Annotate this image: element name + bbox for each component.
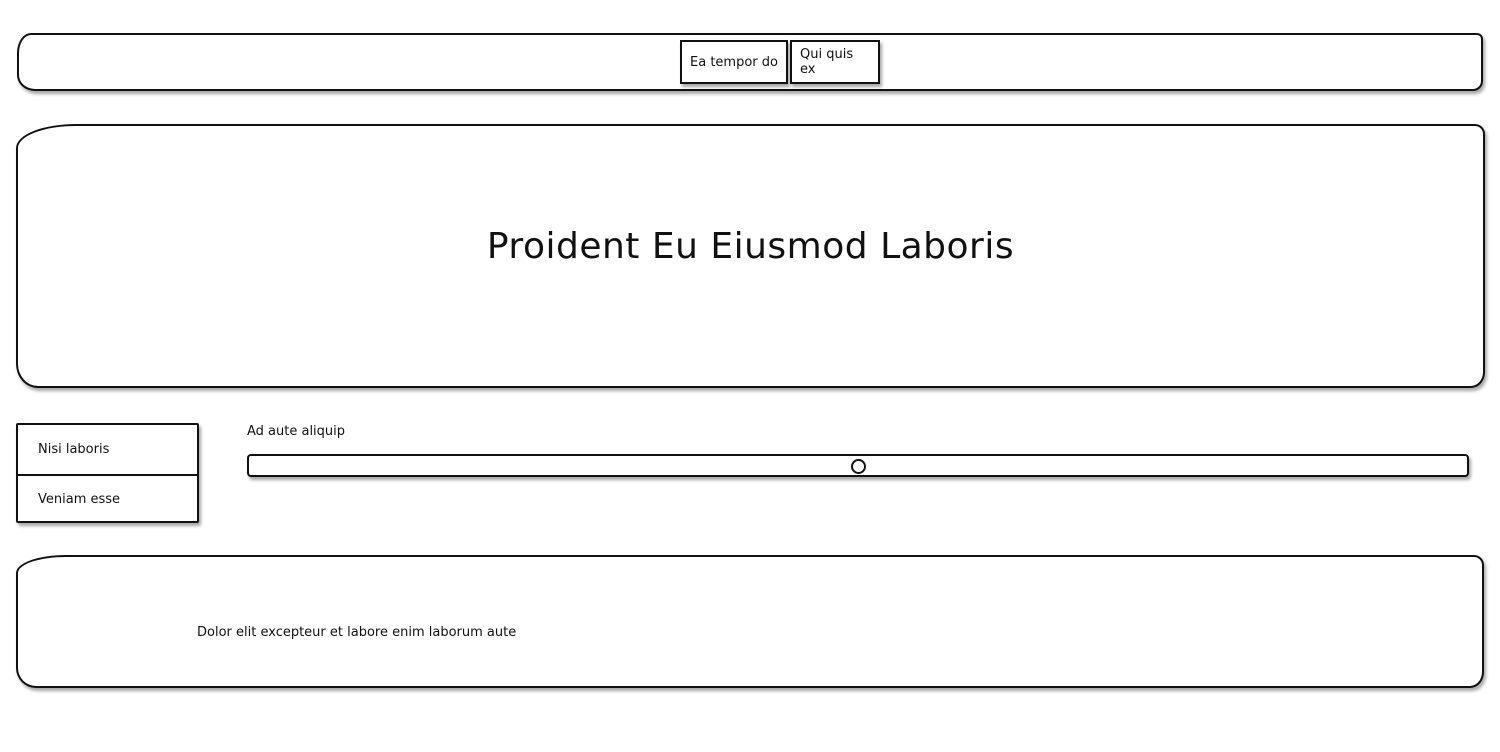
slider-thumb[interactable] [851,459,866,474]
hero-title: Proident Eu Eiusmod Laboris [486,226,1015,267]
nav-button-ea-tempor-do[interactable]: Ea tempor do [680,40,788,84]
footer-panel: Dolor elit excepteur et labore enim labo… [16,555,1484,688]
hero-banner: Proident Eu Eiusmod Laboris [16,124,1485,388]
side-menu-item-nisi-laboris[interactable]: Nisi laboris [18,425,197,474]
slider-track[interactable] [247,454,1469,477]
slider-label: Ad aute aliquip [247,424,346,439]
nav-button-qui-quis-ex[interactable]: Qui quis ex [790,40,880,84]
page: Ea tempor do Qui quis ex Proident Eu Eiu… [0,0,1500,752]
nav-button-group: Ea tempor do Qui quis ex [680,40,880,84]
side-menu-item-veniam-esse[interactable]: Veniam esse [18,474,197,523]
side-menu: Nisi laboris Veniam esse [16,423,199,523]
footer-text: Dolor elit excepteur et labore enim labo… [197,625,517,640]
